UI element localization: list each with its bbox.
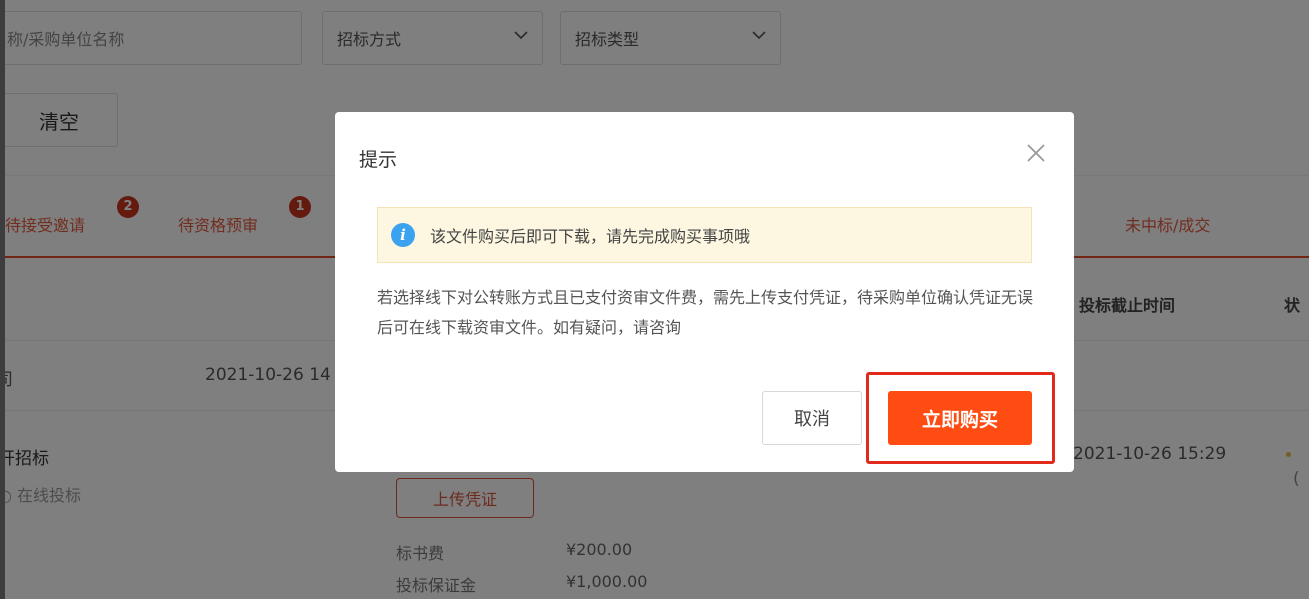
dialog-title: 提示 [359,149,398,171]
cancel-button[interactable]: 取消 [762,391,862,445]
page: 称/采购单位名称 招标方式 招标类型 清空 待接受邀请 2 待资格预审 1 未中… [0,0,1309,599]
dialog-description: 若选择线下对公转账方式且已支付资审文件费，需先上传支付凭证，待采购单位确认凭证无… [377,288,1034,337]
buy-button-highlight [866,372,1055,464]
info-icon: i [391,223,415,247]
info-alert: i 该文件购买后即可下载，请先完成购买事项哦 [377,207,1032,263]
close-icon[interactable] [1025,142,1047,164]
info-alert-text: 该文件购买后即可下载，请先完成购买事项哦 [430,227,751,246]
